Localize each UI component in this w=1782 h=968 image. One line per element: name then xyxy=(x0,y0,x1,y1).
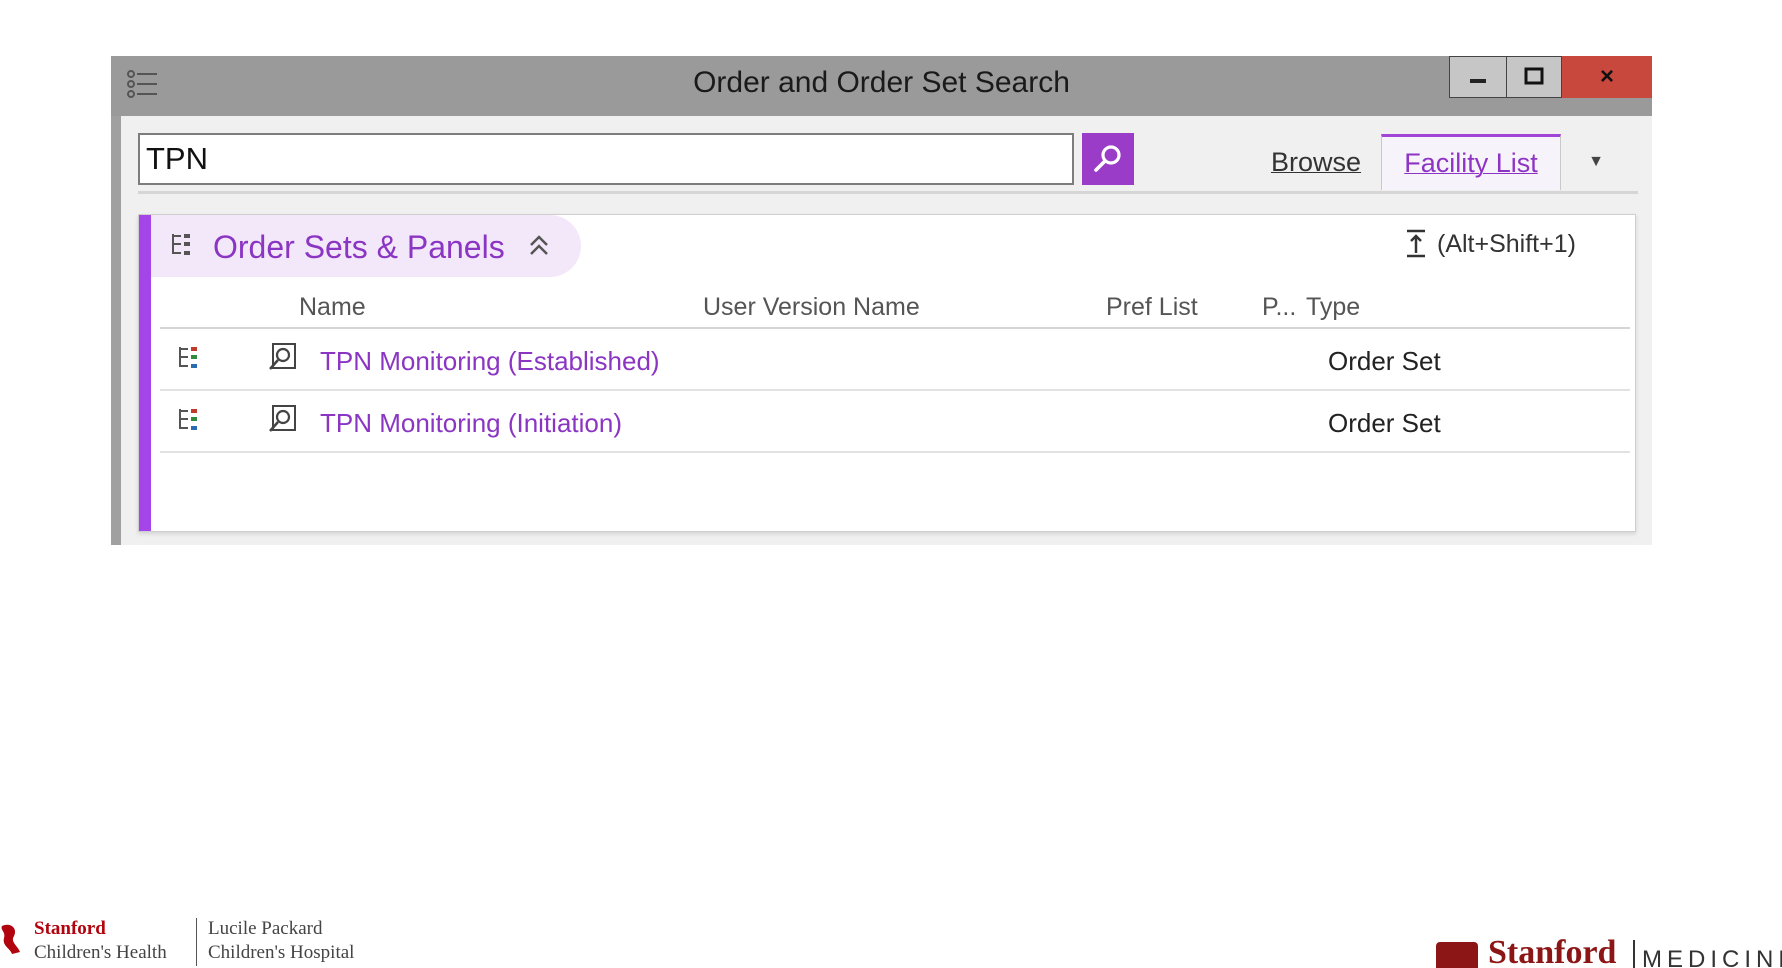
logo-divider-right xyxy=(1633,940,1635,968)
preview-icon[interactable] xyxy=(266,403,298,435)
column-header-name[interactable]: Name xyxy=(299,293,366,322)
column-header-p[interactable]: P... xyxy=(1262,293,1296,322)
minimize-icon xyxy=(1470,79,1486,83)
logo-word-stanford: Stanford xyxy=(1488,938,1617,968)
title-bar[interactable]: Order and Order Set Search × xyxy=(111,56,1652,116)
collapse-all-button[interactable]: (Alt+Shift+1) xyxy=(1405,229,1576,259)
row-name-link[interactable]: TPN Monitoring (Initiation) xyxy=(320,408,622,439)
preview-icon[interactable] xyxy=(266,341,298,373)
stanford-childrens-logo: Stanford Children's Health Lucile Packar… xyxy=(0,910,380,968)
tab-dropdown-button[interactable]: ▼ xyxy=(1561,134,1631,190)
window-title: Order and Order Set Search xyxy=(693,66,1070,99)
minimize-button[interactable] xyxy=(1449,56,1507,98)
tab-facility-list-label: Facility List xyxy=(1404,148,1538,178)
order-set-icon xyxy=(179,409,197,430)
order-set-icon xyxy=(179,347,197,368)
search-button[interactable] xyxy=(1082,133,1134,185)
logo-word-medicine: MEDICINE xyxy=(1642,946,1782,968)
logo-divider xyxy=(196,918,197,966)
search-icon xyxy=(1094,145,1121,172)
close-icon: × xyxy=(1599,63,1614,90)
maximize-icon xyxy=(1524,67,1544,85)
collapse-shortcut-label: (Alt+Shift+1) xyxy=(1437,229,1576,258)
order-set-icon xyxy=(172,234,190,255)
table-row[interactable]: TPN Monitoring (Initiation) Order Set xyxy=(160,391,1630,453)
row-type: Order Set xyxy=(1328,346,1441,376)
logo-line-stanford: Stanford xyxy=(34,918,106,939)
section-header[interactable]: Order Sets & Panels xyxy=(151,215,581,277)
logo-line-childrens-health: Children's Health xyxy=(34,942,167,963)
column-header-user-version-name[interactable]: User Version Name xyxy=(703,293,920,322)
column-header-pref-list[interactable]: Pref List xyxy=(1106,293,1198,322)
search-input[interactable] xyxy=(140,135,1072,183)
logo-line-lucile-packard: Lucile Packard xyxy=(208,918,323,939)
window-content: Browse Facility List ▼ Order Sets xyxy=(121,116,1652,545)
window-left-border xyxy=(111,116,121,545)
column-header-type[interactable]: Type xyxy=(1306,293,1360,322)
stanford-medicine-logo: Stanford MEDICINE xyxy=(1436,938,1782,968)
search-field[interactable] xyxy=(138,133,1074,185)
order-search-window: Order and Order Set Search × Browse Faci… xyxy=(111,56,1652,545)
logo-line-childrens-hospital: Children's Hospital xyxy=(208,942,355,963)
tab-facility-list[interactable]: Facility List xyxy=(1381,134,1561,190)
collapse-all-icon xyxy=(1407,229,1425,258)
close-button[interactable]: × xyxy=(1562,56,1652,98)
results-panel: Order Sets & Panels (Alt+Shift+1) Name U… xyxy=(138,214,1636,532)
row-name-link[interactable]: TPN Monitoring (Established) xyxy=(320,346,660,377)
panel-accent-bar xyxy=(139,215,151,531)
tab-browse-label: Browse xyxy=(1270,146,1362,177)
tab-divider xyxy=(138,191,1638,194)
row-type: Order Set xyxy=(1328,408,1441,438)
maximize-button[interactable] xyxy=(1507,56,1562,98)
chevron-up-double-icon[interactable] xyxy=(527,231,551,259)
tab-browse[interactable]: Browse xyxy=(1251,134,1381,190)
stanford-shield-icon xyxy=(1436,942,1478,968)
section-title: Order Sets & Panels xyxy=(213,229,505,265)
dropdown-arrow-icon: ▼ xyxy=(1588,153,1604,170)
stanford-childrens-badge-icon xyxy=(1,924,20,954)
table-row[interactable]: TPN Monitoring (Established) Order Set xyxy=(160,329,1630,391)
